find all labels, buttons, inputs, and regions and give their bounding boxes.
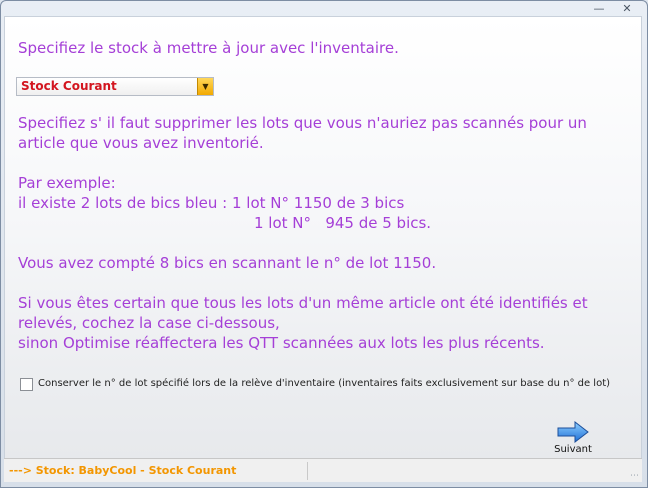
- status-bar: ---> Stock: BabyCool - Stock Courant ⋯: [4, 458, 642, 482]
- stock-select-value: Stock Courant: [21, 79, 117, 93]
- example-title: Par exemple:: [18, 174, 116, 192]
- status-text: ---> Stock: BabyCool - Stock Courant: [9, 464, 237, 477]
- example-line1: il existe 2 lots de bics bleu : 1 lot N°…: [18, 194, 405, 212]
- stock-prompt: Specifiez le stock à mettre à jour avec …: [18, 39, 399, 57]
- resize-grip-icon[interactable]: ⋯: [630, 471, 640, 481]
- close-icon[interactable]: ✕: [617, 3, 637, 17]
- example-line2: 1 lot N° 945 de 5 bics.: [254, 214, 432, 232]
- chevron-down-icon[interactable]: ▼: [197, 78, 213, 95]
- right-arrow-icon: [557, 421, 589, 443]
- certain-line2: relevés, cochez la case ci-dessous,: [18, 314, 280, 332]
- next-button-label: Suivant: [554, 444, 592, 455]
- certain-line3: sinon Optimise réaffectera les QTT scann…: [18, 334, 545, 352]
- wizard-window: — ✕ Specifiez le stock à mettre à jour a…: [0, 0, 648, 488]
- status-divider: [307, 462, 308, 480]
- title-bar: — ✕: [1, 1, 647, 15]
- counted-line: Vous avez compté 8 bics en scannant le n…: [18, 254, 437, 272]
- wizard-content: Specifiez le stock à mettre à jour avec …: [4, 16, 642, 459]
- keep-lot-checkbox[interactable]: [20, 378, 33, 391]
- minimize-icon[interactable]: —: [589, 3, 609, 17]
- next-button[interactable]: Suivant: [551, 421, 595, 459]
- keep-lot-checkbox-label[interactable]: Conserver le n° de lot spécifié lors de …: [38, 378, 610, 389]
- certain-line1: Si vous êtes certain que tous les lots d…: [18, 294, 588, 312]
- lots-prompt-line2: article que vous avez inventorié.: [18, 134, 264, 152]
- stock-select[interactable]: Stock Courant ▼: [16, 77, 214, 96]
- lots-prompt-line1: Specifiez s' il faut supprimer les lots …: [18, 114, 587, 132]
